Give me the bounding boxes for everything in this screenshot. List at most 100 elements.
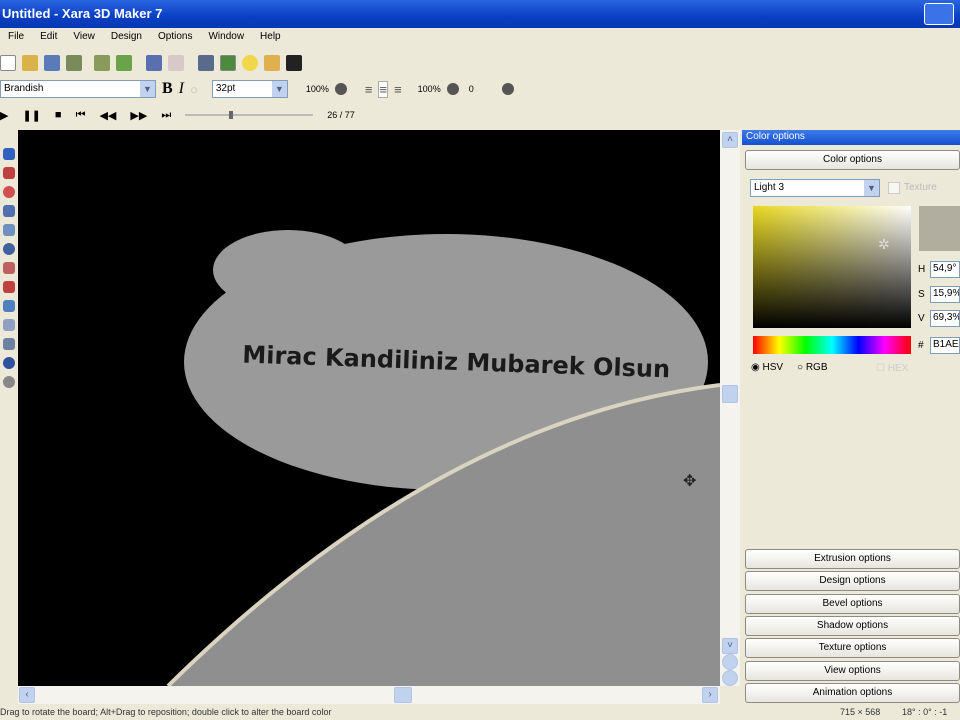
next-frame-icon[interactable]: ▶▶ <box>130 109 147 122</box>
light-icon[interactable] <box>242 55 258 71</box>
tool-icon[interactable] <box>2 224 15 236</box>
picker-cursor-icon: ✲ <box>878 236 890 252</box>
first-frame-icon[interactable]: ⏮ <box>76 109 86 122</box>
size-select[interactable]: 32pt ▼ <box>211 80 288 98</box>
playback-toolbar: ▶ ❚❚ ■ ⏮ ◀◀ ▶▶ ⏭ 26 / 77 <box>0 106 960 124</box>
tool-icon[interactable] <box>2 376 15 388</box>
wand-icon[interactable] <box>264 55 280 71</box>
menu-window[interactable]: Window <box>200 29 252 47</box>
texture-checkbox[interactable] <box>888 182 900 194</box>
status-hint: Drag to rotate the board; Alt+Drag to re… <box>0 707 332 717</box>
move-icon[interactable] <box>198 55 214 71</box>
scroll-right-button[interactable]: › <box>702 687 718 703</box>
horizontal-scroll-thumb[interactable] <box>394 687 412 703</box>
tool-icon[interactable] <box>2 186 15 198</box>
export-animation-icon[interactable] <box>94 55 110 71</box>
frame-icon[interactable] <box>286 55 302 71</box>
color-picker-field[interactable] <box>753 206 911 328</box>
save-icon[interactable] <box>44 55 60 71</box>
tool-icon[interactable] <box>2 300 15 312</box>
outline-icon[interactable]: ○ <box>190 82 198 97</box>
zoom-in-button[interactable] <box>722 654 738 670</box>
tool-icon[interactable] <box>2 319 15 331</box>
scroll-up-button[interactable]: ˄ <box>722 132 738 148</box>
rgb-radio[interactable]: ○ RGB <box>797 362 828 373</box>
window-control-button[interactable] <box>924 3 954 25</box>
open-icon[interactable] <box>22 55 38 71</box>
s-field[interactable]: 15,9% <box>930 286 960 303</box>
menu-view[interactable]: View <box>65 29 103 47</box>
char-spacing-spinner[interactable] <box>334 83 347 95</box>
texture-options-button[interactable]: Texture options <box>745 638 960 658</box>
3d-canvas[interactable]: Mirac Kandiliniz Mubarek Olsun ✥ <box>18 130 720 686</box>
h-field[interactable]: 54,9° <box>930 261 960 278</box>
status-size: 715 × 568 <box>840 707 881 717</box>
tool-icon[interactable] <box>2 357 15 369</box>
bold-button[interactable]: B <box>162 80 173 98</box>
italic-button[interactable]: I <box>179 80 184 98</box>
tool-icon[interactable] <box>2 281 15 293</box>
menu-help[interactable]: Help <box>252 29 289 47</box>
hex-check-label: HEX <box>887 363 909 374</box>
play-animation-icon[interactable] <box>220 55 236 71</box>
extrusion-options-button[interactable]: Extrusion options <box>745 549 960 569</box>
align-left-button[interactable]: ≡ <box>365 82 373 97</box>
size-value: 32pt <box>215 83 236 94</box>
frame-slider-thumb[interactable] <box>229 111 234 119</box>
new-icon[interactable] <box>0 55 16 71</box>
light-value: Light 3 <box>754 182 785 193</box>
scroll-down-button[interactable]: ˅ <box>722 638 738 654</box>
frame-slider[interactable] <box>185 111 314 119</box>
export-web-icon[interactable] <box>116 55 132 71</box>
prev-frame-icon[interactable]: ◀◀ <box>99 109 116 122</box>
last-frame-icon[interactable]: ⏭ <box>161 109 171 122</box>
font-value: Brandish <box>4 83 44 94</box>
menu-file[interactable]: File <box>0 29 32 47</box>
hue-slider[interactable] <box>753 336 911 354</box>
redo-icon[interactable] <box>168 55 184 71</box>
design-options-button[interactable]: Design options <box>745 571 960 591</box>
tool-icon[interactable] <box>2 338 15 350</box>
menu-edit[interactable]: Edit <box>32 29 65 47</box>
export-icon[interactable] <box>66 55 82 71</box>
shadow-options-button[interactable]: Shadow options <box>745 616 960 636</box>
menu-options[interactable]: Options <box>150 29 200 47</box>
menu-bar: File Edit View Design Options Window Hel… <box>0 29 960 47</box>
view-options-button[interactable]: View options <box>745 661 960 681</box>
v-field[interactable]: 69,3% <box>930 310 960 327</box>
vertical-scrollbar[interactable]: ˄ ˅ <box>720 130 740 686</box>
tool-icon[interactable] <box>2 262 15 274</box>
vertical-scroll-thumb[interactable] <box>722 385 738 403</box>
menu-design[interactable]: Design <box>103 29 150 47</box>
tool-icon[interactable] <box>2 148 15 160</box>
main-toolbar <box>0 52 960 74</box>
hex-checkbox[interactable]: ☐ HEX <box>876 363 908 374</box>
tool-icon[interactable] <box>2 243 15 255</box>
animation-options-button[interactable]: Animation options <box>745 683 960 703</box>
chevron-down-icon: ▼ <box>140 81 155 97</box>
color-options-button[interactable]: Color options <box>745 150 960 170</box>
hsv-radio[interactable]: ◉ HSV <box>751 362 783 373</box>
align-center-button[interactable]: ≡ <box>378 80 389 98</box>
tool-icon[interactable] <box>2 167 15 179</box>
zoom-out-button[interactable] <box>722 670 738 686</box>
align-right-button[interactable]: ≡ <box>394 82 402 97</box>
bevel-options-button[interactable]: Bevel options <box>745 594 960 614</box>
chevron-down-icon: ▼ <box>864 180 879 196</box>
chevron-down-icon: ▼ <box>271 81 287 97</box>
stop-icon[interactable]: ■ <box>55 109 62 121</box>
scene: Mirac Kandiliniz Mubarek Olsun ✥ <box>166 230 720 686</box>
pause-icon[interactable]: ❚❚ <box>22 109 40 122</box>
color-swatch <box>919 206 960 251</box>
offset-spinner[interactable] <box>501 83 514 95</box>
font-select[interactable]: Brandish ▼ <box>0 80 156 98</box>
tool-icon[interactable] <box>2 205 15 217</box>
radio-icon: ○ <box>797 362 804 373</box>
play-icon[interactable]: ▶ <box>0 109 8 122</box>
light-select[interactable]: Light 3 ▼ <box>750 179 880 197</box>
hex-field[interactable]: B1AEA0 <box>930 337 960 354</box>
scroll-left-button[interactable]: ‹ <box>19 687 35 703</box>
line-spacing-spinner[interactable] <box>446 83 459 95</box>
horizontal-scrollbar[interactable]: ‹ › <box>18 686 720 704</box>
undo-icon[interactable] <box>146 55 162 71</box>
